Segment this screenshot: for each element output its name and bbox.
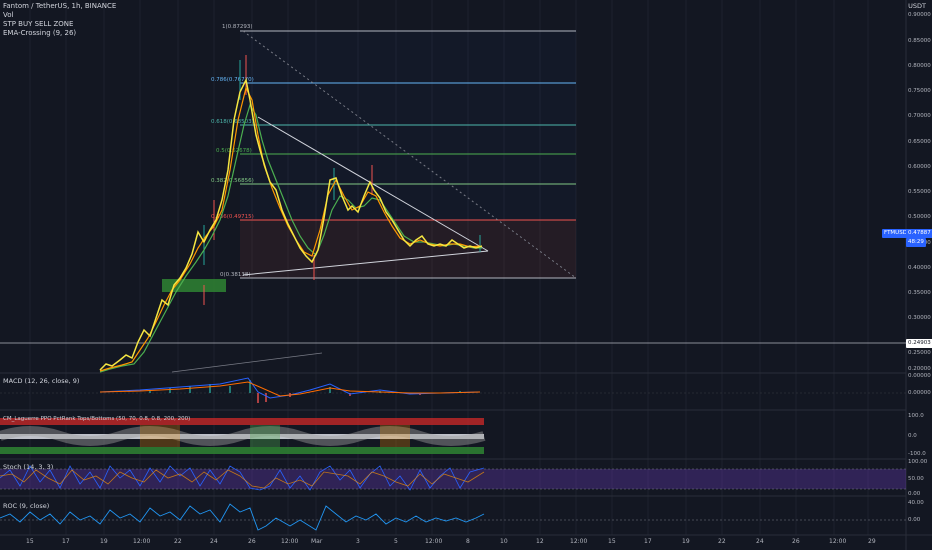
time-tick: 12:00 (570, 538, 588, 545)
price-tick: 0.70000 (908, 113, 931, 119)
vol-indicator-label[interactable]: Vol (3, 11, 13, 20)
cm-laguerre-pane[interactable] (0, 418, 486, 454)
price-tick: 0.60000 (908, 164, 931, 170)
macd-tick: 0.00000 (908, 390, 931, 396)
price-tick: 0.80000 (908, 63, 931, 69)
time-tick: 17 (62, 538, 70, 545)
price-tick: 0.75000 (908, 88, 931, 94)
price-tick: 0.20000 (908, 366, 931, 372)
price-tick: 0.25000 (908, 350, 931, 356)
time-tick: 15 (26, 538, 34, 545)
time-tick: Mar (311, 538, 323, 545)
roc-tick: 0.00 (908, 517, 921, 523)
price-tick: 0.35000 (908, 290, 931, 296)
time-tick: 12 (536, 538, 544, 545)
roc-pane[interactable] (0, 503, 906, 531)
ema-indicator-label[interactable]: EMA-Crossing (9, 26) (3, 29, 76, 38)
stp-indicator-label[interactable]: STP BUY SELL ZONE (3, 20, 73, 29)
time-tick: 12:00 (281, 538, 299, 545)
stoch-pane[interactable] (0, 465, 906, 491)
price-tick: 0.30000 (908, 315, 931, 321)
stoch-tick: 0.00 (908, 491, 921, 497)
time-tick: 24 (210, 538, 218, 545)
price-axis[interactable]: 0.90000 0.85000 0.80000 0.75000 0.70000 … (908, 0, 932, 373)
fib-label-618: 0.618(0.68503) (211, 119, 254, 125)
price-tick: 0.40000 (908, 265, 931, 271)
current-price-tag: 0.47887 (906, 229, 932, 238)
fib-label-786: 0.786(0.76770) (211, 77, 254, 83)
fib-label-1: 1(0.87293) (222, 24, 253, 30)
time-tick: 17 (644, 538, 652, 545)
stoch-label[interactable]: Stoch (14, 3, 3) (3, 463, 53, 471)
cm-tick: -100.0 (908, 451, 926, 457)
time-tick: 12:00 (133, 538, 151, 545)
time-tick: 26 (792, 538, 800, 545)
time-tick: 26 (248, 538, 256, 545)
countdown-tag: 48:29 (906, 238, 926, 247)
time-tick: 12:00 (425, 538, 443, 545)
price-tick: 0.85000 (908, 38, 931, 44)
cm-tick: 0.0 (908, 433, 917, 439)
time-tick: 19 (100, 538, 108, 545)
cm-tick: 100.0 (908, 413, 924, 419)
symbol-title[interactable]: Fantom / TetherUS, 1h, BINANCE (3, 2, 116, 11)
time-tick: 5 (394, 538, 398, 545)
macd-label[interactable]: MACD (12, 26, close, 9) (3, 377, 79, 385)
price-tick: 0.65000 (908, 139, 931, 145)
cm-laguerre-label[interactable]: CM_Laguerre PPO PctRank Tops/Bottoms (50… (3, 416, 190, 422)
time-tick: 22 (174, 538, 182, 545)
roc-tick: 40.00 (908, 500, 924, 506)
macd-pane[interactable] (0, 377, 906, 403)
price-tick: 0.90000 (908, 12, 931, 18)
time-tick: 19 (682, 538, 690, 545)
trend-line-lower[interactable] (171, 352, 323, 373)
time-tick: 12:00 (829, 538, 847, 545)
time-tick: 15 (608, 538, 616, 545)
time-axis[interactable]: 15 17 19 12:00 22 24 26 12:00 Mar 3 5 12… (0, 538, 906, 550)
time-tick: 24 (756, 538, 764, 545)
macd-tick: 0.00000 (908, 373, 931, 379)
price-tick: 0.50000 (908, 214, 931, 220)
time-tick: 29 (868, 538, 876, 545)
time-tick: 10 (500, 538, 508, 545)
trading-chart[interactable]: 1(0.87293) 0.786(0.76770) 0.618(0.68503)… (0, 0, 932, 550)
stoch-tick: 50.00 (908, 476, 924, 482)
time-tick: 22 (718, 538, 726, 545)
time-tick: 8 (466, 538, 470, 545)
roc-label[interactable]: ROC (9, close) (3, 502, 49, 510)
price-line-tag: 0.24903 (906, 339, 932, 348)
price-tick: 0.55000 (908, 189, 931, 195)
stoch-tick: 100.00 (908, 459, 928, 465)
time-tick: 3 (356, 538, 360, 545)
